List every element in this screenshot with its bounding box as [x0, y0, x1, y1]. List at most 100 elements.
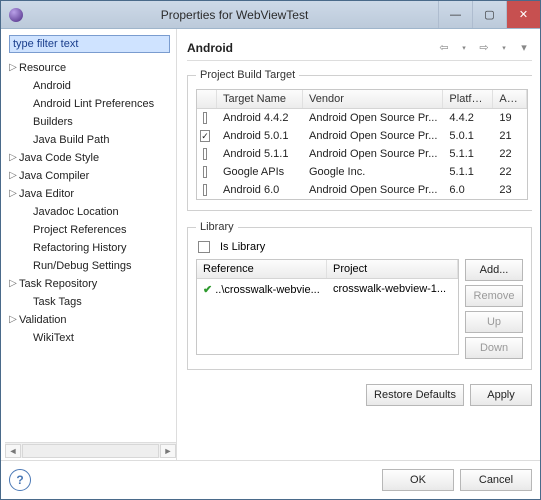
- dropdown-icon[interactable]: ▾: [456, 40, 472, 56]
- tree-item[interactable]: Javadoc Location: [7, 203, 176, 221]
- tree[interactable]: ▷ResourceAndroidAndroid Lint Preferences…: [5, 59, 176, 442]
- cell-api: 23: [493, 182, 527, 198]
- expand-icon[interactable]: ▷: [7, 150, 19, 166]
- content-area: Project Build Target Target Name Vendor …: [187, 61, 532, 460]
- target-checkbox[interactable]: [203, 184, 207, 196]
- apply-button[interactable]: Apply: [470, 384, 532, 406]
- tree-item[interactable]: ▷Task Repository: [7, 275, 176, 293]
- tree-item[interactable]: Run/Debug Settings: [7, 257, 176, 275]
- cell-vendor: Android Open Source Pr...: [303, 182, 443, 198]
- tree-item-label: Java Compiler: [19, 168, 89, 184]
- cell-name: Android 5.0.1: [217, 128, 303, 144]
- tree-item[interactable]: ▷Resource: [7, 59, 176, 77]
- tree-item-label: Refactoring History: [33, 240, 127, 256]
- table-row[interactable]: Android 5.1.1Android Open Source Pr...5.…: [197, 145, 527, 163]
- expand-icon[interactable]: ▷: [7, 168, 19, 184]
- cell-platform: 6.0: [443, 182, 493, 198]
- filter-wrap: [9, 35, 170, 53]
- close-button[interactable]: ✕: [506, 1, 540, 28]
- tree-item-label: Project References: [33, 222, 127, 238]
- build-target-table[interactable]: Target Name Vendor Platfo... AP... Andro…: [196, 89, 528, 200]
- maximize-button[interactable]: ▢: [472, 1, 506, 28]
- down-button[interactable]: Down: [465, 337, 523, 359]
- table-row[interactable]: Android 6.0Android Open Source Pr...6.02…: [197, 181, 527, 199]
- tree-item-label: Android: [33, 78, 71, 94]
- cell-platform: 5.1.1: [443, 146, 493, 162]
- main-panel: Android ⇦ ▾ ⇨ ▾ ▾ Project Build Target T…: [177, 29, 540, 460]
- tree-item[interactable]: Java Build Path: [7, 131, 176, 149]
- table-row[interactable]: Google APIsGoogle Inc.5.1.122: [197, 163, 527, 181]
- col-api[interactable]: AP...: [493, 90, 527, 108]
- cell-project: crosswalk-webview-1...: [327, 281, 458, 298]
- build-target-legend: Project Build Target: [196, 69, 299, 81]
- ok-button[interactable]: OK: [382, 469, 454, 491]
- tree-item[interactable]: ▷Validation: [7, 311, 176, 329]
- cell-name: Android 5.1.1: [217, 146, 303, 162]
- tree-item[interactable]: Builders: [7, 113, 176, 131]
- target-checkbox[interactable]: [203, 166, 207, 178]
- cell-name: Android 4.4.2: [217, 110, 303, 126]
- remove-button[interactable]: Remove: [465, 285, 523, 307]
- expand-icon[interactable]: ▷: [7, 312, 19, 328]
- eclipse-icon: [7, 6, 25, 24]
- tree-item[interactable]: Project References: [7, 221, 176, 239]
- menu-dropdown-icon[interactable]: ▾: [516, 40, 532, 56]
- is-library-label: Is Library: [220, 241, 265, 253]
- cell-platform: 5.0.1: [443, 128, 493, 144]
- dropdown-icon[interactable]: ▾: [496, 40, 512, 56]
- page-button-row: Restore Defaults Apply: [187, 380, 532, 414]
- expand-icon[interactable]: ▷: [7, 276, 19, 292]
- tree-item[interactable]: ▷Java Editor: [7, 185, 176, 203]
- expand-icon[interactable]: ▷: [7, 60, 19, 76]
- dialog-footer: ? OK Cancel: [1, 460, 540, 499]
- forward-icon[interactable]: ⇨: [476, 40, 492, 56]
- cell-platform: 4.4.2: [443, 110, 493, 126]
- col-project[interactable]: Project: [327, 260, 458, 278]
- table-row[interactable]: Android 4.4.2Android Open Source Pr...4.…: [197, 109, 527, 127]
- scroll-left-icon[interactable]: ◄: [5, 444, 21, 458]
- tree-item[interactable]: Android Lint Preferences: [7, 95, 176, 113]
- table-row[interactable]: ✔..\crosswalk-webvie...crosswalk-webview…: [197, 279, 458, 300]
- target-checkbox[interactable]: [203, 148, 207, 160]
- col-vendor[interactable]: Vendor: [303, 90, 443, 108]
- tree-item[interactable]: ▷Java Code Style: [7, 149, 176, 167]
- add-button[interactable]: Add...: [465, 259, 523, 281]
- cancel-button[interactable]: Cancel: [460, 469, 532, 491]
- help-icon[interactable]: ?: [9, 469, 31, 491]
- is-library-checkbox[interactable]: [198, 241, 210, 253]
- table-row[interactable]: ✓ Android 5.0.1Android Open Source Pr...5…: [197, 127, 527, 145]
- cell-vendor: Android Open Source Pr...: [303, 110, 443, 126]
- tree-item-label: Validation: [19, 312, 67, 328]
- expand-icon[interactable]: ▷: [7, 186, 19, 202]
- tree-item[interactable]: Android: [7, 77, 176, 95]
- main-header: Android ⇦ ▾ ⇨ ▾ ▾: [187, 35, 532, 61]
- library-table[interactable]: Reference Project ✔..\crosswalk-webvie..…: [196, 259, 459, 355]
- tree-item-label: Java Editor: [19, 186, 74, 202]
- tree-item[interactable]: ▷Java Compiler: [7, 167, 176, 185]
- up-button[interactable]: Up: [465, 311, 523, 333]
- target-checkbox[interactable]: ✓: [200, 130, 210, 142]
- col-platform[interactable]: Platfo...: [443, 90, 493, 108]
- tree-item[interactable]: Task Tags: [7, 293, 176, 311]
- target-checkbox[interactable]: [203, 112, 207, 124]
- sidebar-scrollbar[interactable]: ◄ ►: [5, 442, 176, 458]
- tree-item-label: Resource: [19, 60, 66, 76]
- tree-item-label: Android Lint Preferences: [33, 96, 154, 112]
- tree-item-label: Builders: [33, 114, 73, 130]
- cell-vendor: Android Open Source Pr...: [303, 128, 443, 144]
- page-title: Android: [187, 41, 233, 55]
- tree-item-label: Task Repository: [19, 276, 97, 292]
- filter-input[interactable]: [9, 35, 170, 53]
- scroll-right-icon[interactable]: ►: [160, 444, 176, 458]
- tree-item[interactable]: Refactoring History: [7, 239, 176, 257]
- tree-item-label: WikiText: [33, 330, 74, 346]
- back-icon[interactable]: ⇦: [436, 40, 452, 56]
- minimize-button[interactable]: —: [438, 1, 472, 28]
- restore-defaults-button[interactable]: Restore Defaults: [366, 384, 464, 406]
- cell-api: 19: [493, 110, 527, 126]
- sidebar: ▷ResourceAndroidAndroid Lint Preferences…: [1, 29, 177, 460]
- col-reference[interactable]: Reference: [197, 260, 327, 278]
- col-target-name[interactable]: Target Name: [217, 90, 303, 108]
- cell-api: 21: [493, 128, 527, 144]
- tree-item[interactable]: WikiText: [7, 329, 176, 347]
